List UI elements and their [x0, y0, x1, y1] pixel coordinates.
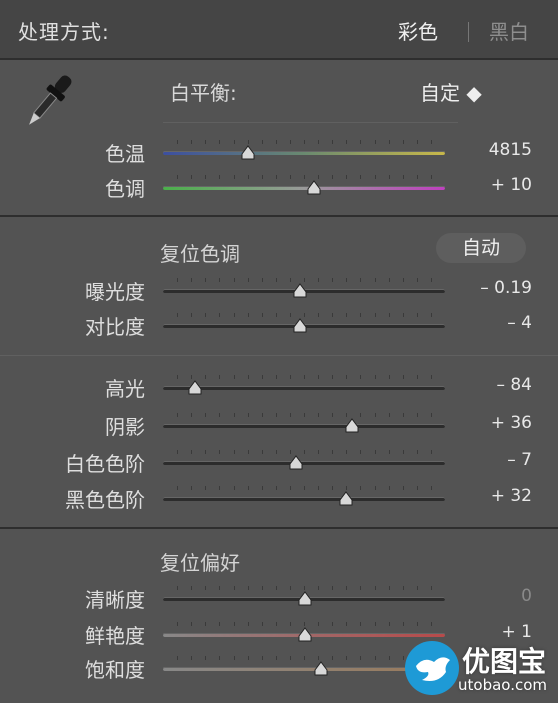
wb-underline	[163, 122, 458, 123]
highlights-slider-track[interactable]	[163, 386, 445, 390]
reset-presence-label[interactable]: 复位偏好	[160, 547, 240, 576]
clarity-label: 清晰度	[85, 588, 145, 612]
tint-ticks	[163, 175, 445, 179]
temp-ticks	[163, 140, 445, 144]
tint-value[interactable]: + 10	[442, 175, 532, 195]
blacks-value[interactable]: + 32	[442, 486, 532, 506]
section-divider	[0, 215, 558, 217]
highlights-label: 高光	[105, 377, 145, 401]
vibrance-ticks	[163, 622, 445, 626]
temp-slider-track[interactable]	[163, 151, 445, 155]
contrast-ticks	[163, 313, 445, 317]
highlights-value[interactable]: – 84	[442, 375, 532, 395]
shadows-value[interactable]: + 36	[442, 413, 532, 433]
tint-label: 色调	[105, 177, 145, 201]
exposure-value[interactable]: – 0.19	[442, 278, 532, 298]
white-balance-label: 白平衡:	[170, 81, 237, 105]
saturation-label: 饱和度	[85, 658, 145, 682]
eyedropper-icon[interactable]	[18, 68, 80, 134]
white-balance-select[interactable]: 自定 ◆	[420, 77, 482, 106]
contrast-label: 对比度	[85, 315, 145, 339]
contrast-value[interactable]: – 4	[442, 313, 532, 333]
auto-button[interactable]: 自动	[436, 233, 526, 263]
whites-value[interactable]: – 7	[442, 450, 532, 470]
clarity-value[interactable]: 0	[442, 586, 532, 606]
bw-option-button[interactable]: 黑白	[489, 16, 529, 45]
option-separator	[468, 22, 469, 42]
watermark-logo: 优图宝 utobao.com	[402, 636, 558, 699]
watermark-text: 优图宝	[462, 645, 547, 678]
clarity-ticks	[163, 586, 445, 590]
subsection-divider	[0, 355, 558, 356]
tint-slider-track[interactable]	[163, 186, 445, 190]
vibrance-label: 鲜艳度	[85, 624, 145, 648]
reset-tone-label[interactable]: 复位色调	[160, 238, 240, 267]
color-option-button[interactable]: 彩色	[398, 16, 438, 45]
whites-ticks	[163, 450, 445, 454]
watermark-url: utobao.com	[458, 676, 547, 694]
whites-label: 白色色阶	[65, 452, 145, 476]
exposure-label: 曝光度	[85, 280, 145, 304]
shadows-label: 阴影	[105, 415, 145, 439]
temp-label: 色温	[105, 142, 145, 166]
section-divider-2	[0, 527, 558, 529]
blacks-slider-track[interactable]	[163, 497, 445, 501]
whites-slider-track[interactable]	[163, 461, 445, 465]
treatment-label: 处理方式:	[18, 20, 110, 44]
temp-value[interactable]: 4815	[442, 140, 532, 160]
blacks-ticks	[163, 486, 445, 490]
blacks-label: 黑色色阶	[65, 488, 145, 512]
shadows-slider-track[interactable]	[163, 424, 445, 428]
highlights-ticks	[163, 375, 445, 379]
shadows-ticks	[163, 413, 445, 417]
exposure-ticks	[163, 278, 445, 282]
header-divider	[0, 58, 558, 60]
